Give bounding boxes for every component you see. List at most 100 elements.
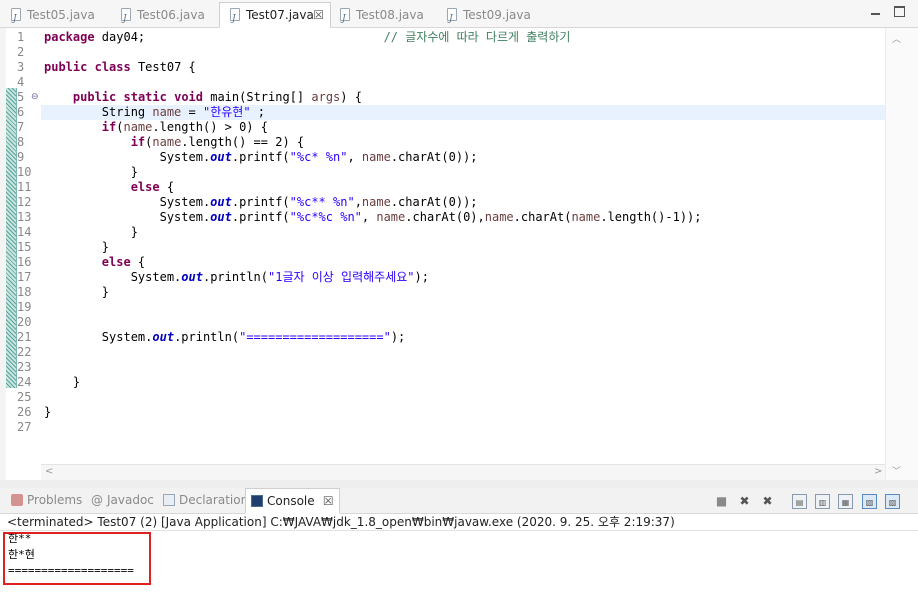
- line-number: 9: [17, 150, 25, 164]
- code-token: out: [210, 195, 232, 209]
- tab-label: Javadoc: [107, 493, 154, 507]
- remove-all-terminated-icon[interactable]: ✖: [760, 494, 775, 509]
- remove-launch-icon[interactable]: ✖: [737, 494, 752, 509]
- line-number: 14: [17, 225, 32, 239]
- code-line[interactable]: }: [44, 240, 109, 255]
- tab-console[interactable]: Console ☒: [245, 488, 340, 514]
- code-token: );: [390, 330, 406, 344]
- code-line[interactable]: }: [44, 225, 138, 240]
- tab-declaration[interactable]: Declaration: [158, 488, 248, 513]
- scroll-right-arrow-icon[interactable]: >: [874, 466, 882, 477]
- java-file-icon: [340, 7, 350, 31]
- code-token: name: [361, 195, 391, 209]
- java-file-icon: [230, 7, 240, 31]
- tab-test06[interactable]: Test06.java: [111, 3, 205, 31]
- view-separator[interactable]: [0, 480, 918, 488]
- code-token: String: [44, 105, 153, 119]
- clear-console-icon[interactable]: ▤: [792, 494, 807, 509]
- horizontal-scrollbar[interactable]: < >: [41, 464, 885, 480]
- problems-icon: [11, 494, 23, 506]
- pin-console-icon[interactable]: ▨: [885, 494, 900, 509]
- line-number-gutter: 1 2 3 4 5 ⊖ 6 7 8 9 10 11 12 13 14 15 16 17 18 19 20 21 22 23 24…: [17, 28, 41, 468]
- terminate-icon[interactable]: ■: [714, 494, 729, 509]
- close-tab-icon[interactable]: ☒: [313, 3, 324, 27]
- code-line[interactable]: System.out.printf("%c*%c %n", name.charA…: [44, 210, 702, 225]
- code-line[interactable]: System.out.println("1글자 이상 입력해주세요");: [44, 270, 429, 285]
- code-token: ) {: [340, 90, 362, 104]
- tab-problems[interactable]: Problems: [6, 488, 82, 513]
- code-line[interactable]: System.out.printf("%c* %n", name.charAt(…: [44, 150, 478, 165]
- code-token: }: [44, 225, 138, 239]
- code-line[interactable]: System.out.println("==================="…: [44, 330, 405, 345]
- code-line[interactable]: else {: [44, 180, 174, 195]
- close-tab-icon[interactable]: ☒: [323, 489, 334, 514]
- fold-collapse-icon[interactable]: ⊖: [31, 92, 39, 102]
- line-number: 2: [17, 45, 25, 59]
- code-line[interactable]: else {: [44, 255, 145, 270]
- tab-test07[interactable]: Test07.java ☒: [219, 2, 331, 31]
- line-number: 4: [17, 75, 25, 89]
- vertical-scrollbar[interactable]: ︿ ﹀: [885, 28, 918, 480]
- line-number: 11: [17, 180, 32, 194]
- code-line[interactable]: }: [44, 165, 138, 180]
- code-token: .printf(: [231, 150, 290, 164]
- tab-label: Declaration: [179, 493, 249, 507]
- console-output[interactable]: 한** 한*현 ===================: [0, 531, 918, 602]
- tab-test05[interactable]: Test05.java: [1, 3, 95, 31]
- tab-test08[interactable]: Test08.java: [330, 3, 424, 31]
- line-number: 18: [17, 285, 32, 299]
- code-token: .length() > 0) {: [152, 120, 268, 134]
- tab-test09[interactable]: Test09.java: [437, 3, 531, 31]
- code-line[interactable]: if(name.length() == 2) {: [44, 135, 304, 150]
- java-file-icon: [11, 7, 21, 31]
- line-number: 24: [17, 375, 32, 389]
- code-token: package: [44, 30, 95, 44]
- code-line[interactable]: if(name.length() > 0) {: [44, 120, 268, 135]
- line-number: 10: [17, 165, 32, 179]
- code-line[interactable]: public class Test07 {: [44, 60, 196, 75]
- code-editor[interactable]: 1 2 3 4 5 ⊖ 6 7 8 9 10 11 12 13 14 15 16 17 18 19 20 21 22 23 24…: [0, 28, 918, 480]
- code-line[interactable]: }: [44, 285, 109, 300]
- code-token: }: [44, 405, 52, 419]
- code-token: .charAt(0));: [390, 150, 478, 164]
- line-number: 15: [17, 240, 32, 254]
- line-number: 8: [17, 135, 25, 149]
- tab-label: Test05.java: [27, 8, 95, 22]
- code-token: "%c*%c %n": [289, 210, 362, 224]
- code-token: {: [130, 255, 146, 269]
- code-line[interactable]: package day04; // 글자수에 따라 다르게 출력하기: [44, 30, 570, 45]
- line-number: 25: [17, 390, 32, 404]
- code-token: name: [123, 120, 153, 134]
- code-token: }: [44, 165, 138, 179]
- code-token: System.: [44, 210, 211, 224]
- code-line[interactable]: public static void main(String[] args) {: [44, 90, 362, 105]
- word-wrap-icon[interactable]: ▦: [838, 494, 853, 509]
- code-token: System.: [44, 195, 211, 209]
- code-line[interactable]: System.out.printf("%c** %n",name.charAt(…: [44, 195, 478, 210]
- tab-javadoc[interactable]: @ Javadoc: [86, 488, 154, 513]
- code-token: name: [376, 210, 406, 224]
- minimize-icon[interactable]: [870, 6, 881, 17]
- quick-diff-change-bar: [6, 88, 17, 388]
- scroll-left-arrow-icon[interactable]: <: [45, 466, 53, 477]
- code-token: name: [361, 150, 391, 164]
- scroll-up-arrow-icon[interactable]: ︿: [892, 32, 901, 45]
- code-line[interactable]: }: [44, 375, 80, 390]
- code-line[interactable]: }: [44, 405, 51, 420]
- scroll-lock-icon[interactable]: ▥: [815, 494, 830, 509]
- tab-label: Test08.java: [356, 8, 424, 22]
- code-line[interactable]: String name = "한유현" ;: [44, 105, 265, 120]
- code-token: "한유현": [202, 105, 251, 119]
- code-token: ,: [347, 150, 362, 164]
- code-token: }: [44, 375, 81, 389]
- code-area[interactable]: package day04; // 글자수에 따라 다르게 출력하기 public…: [41, 28, 885, 464]
- scroll-down-arrow-icon[interactable]: ﹀: [892, 464, 901, 477]
- show-console-on-output-icon[interactable]: ▧: [862, 494, 877, 509]
- code-token: static: [123, 90, 167, 104]
- maximize-icon[interactable]: [894, 6, 905, 17]
